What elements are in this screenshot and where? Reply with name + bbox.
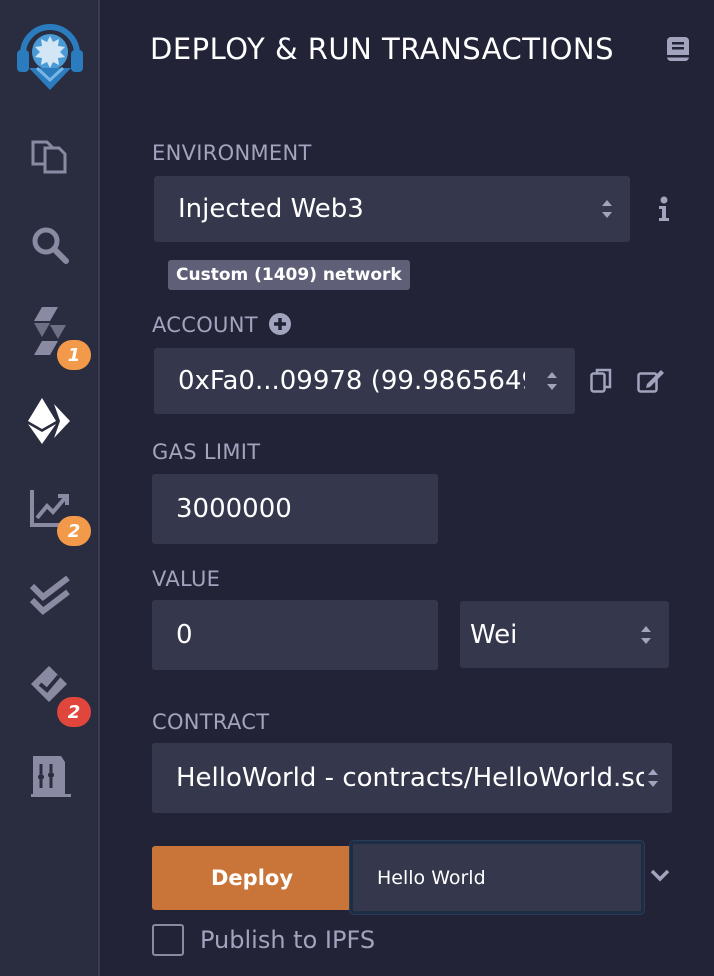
analytics-badge: 2 bbox=[57, 516, 91, 546]
network-tooltip: Custom (1409) network bbox=[168, 260, 410, 290]
unit-test-icon[interactable] bbox=[0, 561, 100, 631]
publish-ipfs-label: Publish to IPFS bbox=[200, 926, 376, 954]
icon-panel: 1 2 2 bbox=[0, 0, 100, 976]
file-explorer-icon[interactable] bbox=[0, 121, 100, 191]
static-analysis-badge: 2 bbox=[57, 697, 91, 727]
environment-value: Injected Web3 bbox=[178, 194, 364, 224]
copy-icon[interactable] bbox=[590, 368, 612, 398]
contract-value: HelloWorld - contracts/HelloWorld.sol bbox=[176, 763, 644, 793]
panel-title: DEPLOY & RUN TRANSACTIONS bbox=[150, 32, 614, 66]
deploy-run-icon[interactable] bbox=[0, 386, 100, 456]
search-icon[interactable] bbox=[0, 210, 100, 280]
select-arrows-icon bbox=[648, 769, 658, 787]
gas-limit-label: GAS LIMIT bbox=[152, 440, 261, 464]
environment-label: ENVIRONMENT bbox=[152, 141, 312, 165]
value-unit-select[interactable]: Wei bbox=[460, 601, 669, 668]
add-account-icon[interactable] bbox=[268, 312, 292, 340]
constructor-arg-value: Hello World bbox=[377, 866, 486, 889]
gas-limit-value: 3000000 bbox=[176, 494, 292, 524]
info-icon[interactable] bbox=[658, 196, 670, 226]
value-input[interactable]: 0 bbox=[152, 600, 438, 670]
account-label: ACCOUNT bbox=[152, 313, 258, 337]
select-arrows-icon bbox=[547, 372, 557, 390]
account-value: 0xFa0...09978 (99.98656496 bbox=[178, 366, 525, 396]
value-unit: Wei bbox=[470, 619, 518, 650]
documentation-icon[interactable] bbox=[666, 36, 690, 66]
value-label: VALUE bbox=[152, 567, 221, 591]
environment-select[interactable]: Injected Web3 bbox=[154, 176, 630, 242]
constructor-args-input[interactable]: Hello World bbox=[350, 841, 644, 914]
edit-icon[interactable] bbox=[637, 369, 665, 397]
select-arrows-icon bbox=[641, 625, 651, 644]
deploy-button[interactable]: Deploy bbox=[152, 846, 352, 910]
plugin-manager-icon[interactable] bbox=[0, 741, 100, 811]
value-amount: 0 bbox=[176, 620, 193, 650]
contract-label: CONTRACT bbox=[152, 710, 270, 734]
publish-ipfs-checkbox[interactable] bbox=[152, 924, 184, 956]
deploy-run-panel: DEPLOY & RUN TRANSACTIONS ENVIRONMENT In… bbox=[102, 0, 714, 976]
contract-select[interactable]: HelloWorld - contracts/HelloWorld.sol bbox=[152, 743, 672, 813]
compiler-badge: 1 bbox=[57, 340, 91, 370]
remix-logo-icon[interactable] bbox=[0, 14, 100, 94]
gas-limit-input[interactable]: 3000000 bbox=[152, 474, 438, 544]
select-arrows-icon bbox=[602, 200, 612, 218]
account-select[interactable]: 0xFa0...09978 (99.98656496 bbox=[154, 348, 575, 414]
chevron-down-icon[interactable] bbox=[650, 868, 670, 887]
